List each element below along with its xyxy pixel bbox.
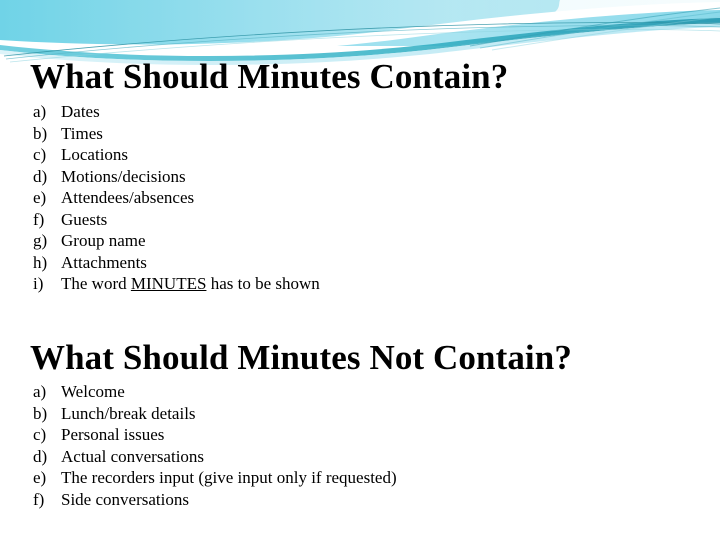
list-item-label: The recorders input (give input only if … bbox=[61, 468, 397, 487]
list-item-marker: i) bbox=[33, 274, 44, 293]
list-item-marker: c) bbox=[33, 145, 47, 164]
slide-content: What Should Minutes Contain? a) Dates b)… bbox=[0, 0, 720, 540]
list-item-label: Motions/decisions bbox=[61, 166, 186, 186]
list-item-label: Locations bbox=[61, 145, 129, 164]
list-minutes-contain: a) Dates b) Times c) Locations d) Motion… bbox=[30, 101, 690, 295]
list-item-label: Welcome bbox=[61, 382, 125, 401]
slide: What Should Minutes Contain? a) Dates b)… bbox=[0, 0, 720, 540]
list-item-marker: a) bbox=[33, 102, 47, 121]
list-item-label: Attendees/absences bbox=[61, 188, 195, 207]
list-item-label: Actual conversations bbox=[61, 446, 205, 466]
list-item: e) The recorders input (give input only … bbox=[30, 467, 690, 489]
list-item-marker: e) bbox=[33, 468, 47, 487]
list-item-marker: f) bbox=[33, 209, 45, 229]
list-item: c) Locations bbox=[30, 144, 690, 166]
list-item: a) Welcome bbox=[30, 381, 690, 403]
list-item-label: Guests bbox=[61, 209, 108, 229]
list-item-marker: d) bbox=[33, 166, 48, 186]
list-item: b) Lunch/break details bbox=[30, 403, 690, 425]
list-item-marker: a) bbox=[33, 382, 47, 401]
list-item-marker: c) bbox=[33, 425, 47, 444]
list-item: f) Guests bbox=[30, 209, 690, 231]
list-item-label: Side conversations bbox=[61, 489, 189, 509]
list-item-label: The word MINUTES has to be shown bbox=[61, 274, 320, 293]
list-item: e) Attendees/absences bbox=[30, 187, 690, 209]
list-minutes-not-contain: a) Welcome b) Lunch/break details c) Per… bbox=[30, 381, 690, 510]
list-item-label: Times bbox=[61, 123, 103, 143]
list-item-marker: b) bbox=[33, 123, 48, 143]
list-item-marker: d) bbox=[33, 446, 48, 466]
list-item-label: Lunch/break details bbox=[61, 403, 196, 423]
list-item-label: Attachments bbox=[61, 252, 147, 272]
list-item: c) Personal issues bbox=[30, 424, 690, 446]
list-item: a) Dates bbox=[30, 101, 690, 123]
list-item: i) The word MINUTES has to be shown bbox=[30, 273, 690, 295]
list-item: g) Group name bbox=[30, 230, 690, 252]
list-item-label: Group name bbox=[61, 231, 146, 250]
list-item: b) Times bbox=[30, 123, 690, 145]
list-item-marker: b) bbox=[33, 403, 48, 423]
list-item-marker: g) bbox=[33, 231, 48, 250]
list-item: f) Side conversations bbox=[30, 489, 690, 511]
list-item: d) Actual conversations bbox=[30, 446, 690, 468]
list-item: d) Motions/decisions bbox=[30, 166, 690, 188]
list-item-marker: e) bbox=[33, 188, 47, 207]
list-item-label: Dates bbox=[61, 102, 100, 121]
list-item-label: Personal issues bbox=[61, 425, 165, 444]
list-item: h) Attachments bbox=[30, 252, 690, 274]
page-title-contain: What Should Minutes Contain? bbox=[30, 57, 509, 96]
page-title-not-contain: What Should Minutes Not Contain? bbox=[30, 338, 572, 377]
list-item-marker: h) bbox=[33, 252, 48, 272]
list-item-marker: f) bbox=[33, 489, 45, 509]
